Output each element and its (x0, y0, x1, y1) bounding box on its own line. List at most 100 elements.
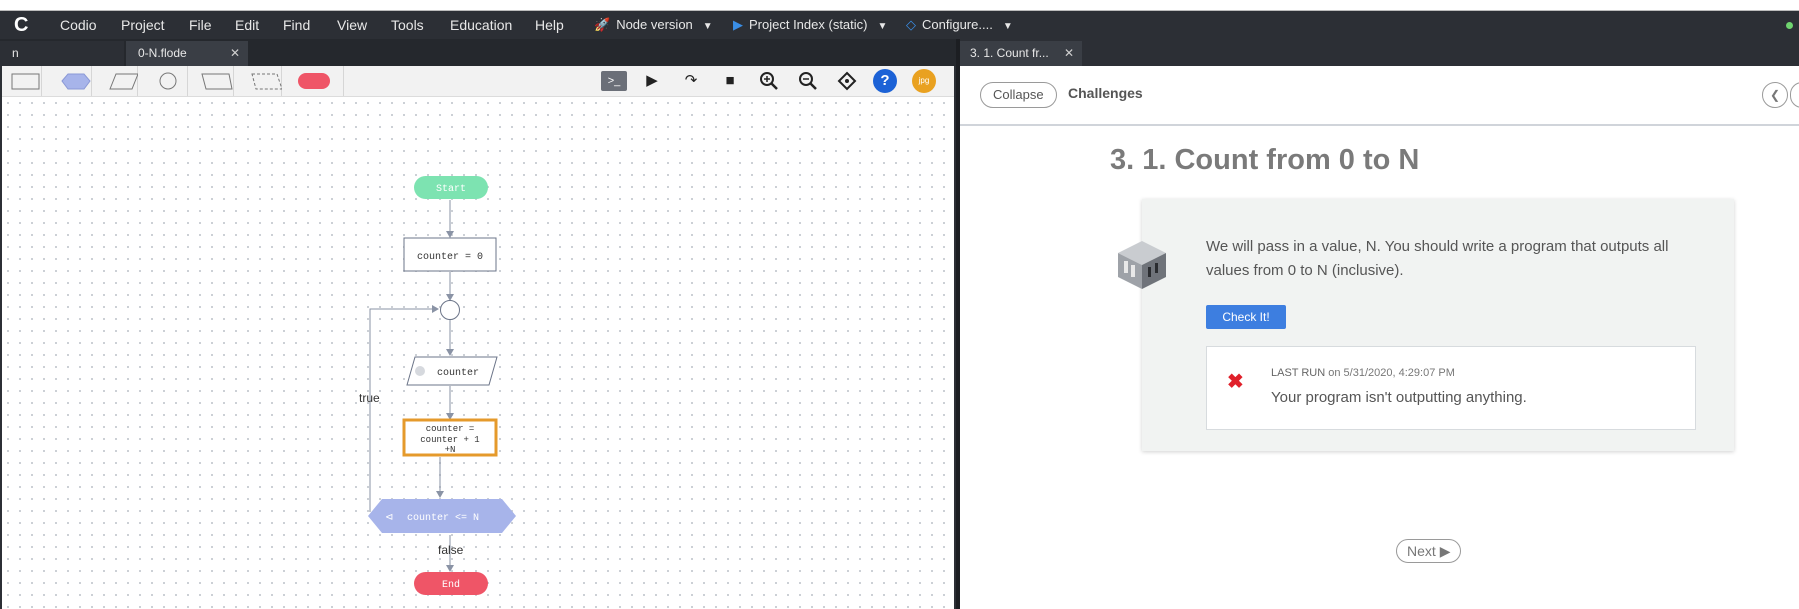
flowchart-diagram: Start counter = 0 counter counter = coun… (359, 176, 516, 595)
menu-view[interactable]: View (337, 11, 367, 39)
zoom-in-button[interactable] (757, 69, 781, 93)
menu-project[interactable]: Project (121, 11, 165, 39)
editor-tab-bar: n 0-N.flode ✕ (0, 39, 958, 66)
window-top-strip (0, 0, 1799, 11)
guide-pane: 3. 1. Count fr... ✕ Collapse Challenges … (960, 39, 1799, 609)
result-message: Your program isn't outputting anything. (1271, 389, 1527, 406)
hexagon-icon (61, 73, 91, 90)
circle-shape-button[interactable] (148, 66, 188, 96)
zoom-in-icon (760, 72, 778, 90)
center-view-button[interactable] (835, 69, 859, 93)
process-node-selected[interactable]: counter = counter + 1 +N (402, 418, 498, 457)
help-icon: ? (880, 72, 890, 89)
rounded-terminal-icon (298, 73, 330, 89)
next-label: Next (1407, 543, 1436, 559)
menu-edit[interactable]: Edit (235, 11, 259, 39)
tab-0-n-flode[interactable]: 0-N.flode ✕ (126, 41, 248, 66)
menu-help[interactable]: Help (535, 11, 564, 39)
stop-button[interactable]: ■ (718, 69, 742, 93)
last-run-line: LAST RUN on 5/31/2020, 4:29:07 PM (1271, 367, 1455, 379)
tab-label: 3. 1. Count fr... (970, 46, 1049, 60)
stop-icon: ■ (725, 72, 735, 89)
decision-label: counter <= N (407, 513, 479, 524)
trapezoid-icon (201, 73, 233, 90)
guide-header: Collapse Challenges ❮ (960, 66, 1799, 126)
last-run-result: ✖ LAST RUN on 5/31/2020, 4:29:07 PM Your… (1206, 346, 1696, 430)
page-title: 3. 1. Count from 0 to N (1110, 144, 1420, 176)
process-label-line-3: +N (445, 445, 456, 455)
help-button[interactable]: ? (873, 69, 897, 93)
init-node[interactable]: counter = 0 (403, 237, 497, 272)
editor-pane: n 0-N.flode ✕ >_ ▶ ↷ ■ ? jpg Start count… (0, 39, 958, 609)
chevron-left-icon: ❮ (1769, 88, 1781, 102)
end-node[interactable]: End (414, 572, 488, 595)
tab-n[interactable]: n (0, 41, 124, 66)
diamond-icon: ◇ (906, 17, 916, 32)
circle-icon (159, 72, 177, 90)
node-version-label: Node version (616, 17, 693, 32)
trapezoid-shape-button[interactable] (194, 66, 234, 96)
step-button[interactable]: ↷ (679, 69, 703, 93)
connection-status-icon (1786, 22, 1793, 29)
image-icon: jpg (918, 76, 930, 85)
menu-tools[interactable]: Tools (391, 11, 424, 39)
challenge-card: We will pass in a value, N. You should w… (1118, 199, 1734, 451)
previous-page-button[interactable]: ❮ (1762, 82, 1788, 108)
zoom-out-button[interactable] (796, 69, 820, 93)
configure-menu[interactable]: ◇ Configure.... ▼ (906, 11, 1013, 39)
rectangle-icon (11, 73, 40, 90)
init-label: counter = 0 (417, 252, 483, 263)
flowchart-canvas[interactable]: Start counter = 0 counter counter = coun… (2, 97, 954, 609)
run-button[interactable]: ▶ (640, 69, 664, 93)
fail-icon: ✖ (1227, 371, 1244, 393)
parallelogram-shape-button[interactable] (98, 66, 139, 96)
false-branch-label: false (438, 543, 464, 557)
process-label-line-1: counter = (426, 424, 475, 434)
step-forward-icon: ↷ (684, 72, 698, 89)
tab-label: 0-N.flode (138, 46, 187, 60)
play-icon: ▶ (646, 72, 658, 89)
process-label-line-2: counter + 1 (420, 435, 479, 445)
monitor-icon (415, 366, 425, 376)
true-branch-label: true (359, 391, 380, 405)
export-image-button[interactable]: jpg (912, 69, 936, 93)
end-label: End (442, 579, 460, 591)
next-button[interactable]: Next ▶ (1396, 539, 1462, 563)
start-node[interactable]: Start (414, 176, 488, 199)
codio-logo-icon[interactable]: C (14, 14, 36, 36)
collapse-button[interactable]: Collapse (980, 82, 1057, 108)
menu-education[interactable]: Education (450, 11, 512, 39)
node-version-menu[interactable]: 🚀 Node version ▼ (594, 11, 713, 39)
menu-codio[interactable]: Codio (60, 11, 97, 39)
loop-join-node[interactable] (440, 300, 460, 320)
dashed-shape-icon (251, 73, 283, 90)
terminal-shape-button[interactable] (292, 66, 344, 96)
decision-node[interactable]: ⊲ counter <= N (368, 499, 516, 533)
dashed-shape-button[interactable] (242, 66, 283, 96)
project-index-label: Project Index (static) (749, 17, 868, 32)
tab-guide-challenge[interactable]: 3. 1. Count fr... ✕ (960, 41, 1082, 66)
zoom-out-icon (799, 72, 817, 90)
hexagon-shape-button[interactable] (52, 66, 92, 96)
dropdown-caret-icon: ▼ (877, 21, 888, 32)
close-icon[interactable]: ✕ (230, 41, 240, 66)
dropdown-caret-icon: ▼ (1002, 21, 1013, 32)
output-label: counter (437, 368, 479, 379)
close-icon[interactable]: ✕ (1064, 41, 1074, 66)
menu-find[interactable]: Find (283, 11, 310, 39)
check-it-button[interactable]: Check It! (1206, 305, 1286, 329)
configure-label: Configure.... (922, 17, 993, 32)
rectangle-shape-button[interactable] (2, 66, 42, 96)
flowchart-toolbar: >_ ▶ ↷ ■ ? jpg (2, 66, 954, 97)
project-index-menu[interactable]: ▶ Project Index (static) ▼ (733, 11, 887, 39)
terminal-button[interactable]: >_ (601, 71, 627, 91)
next-page-button-partial[interactable] (1790, 82, 1799, 108)
menu-bar: C Codio Project File Edit Find View Tool… (0, 11, 1799, 39)
menu-file[interactable]: File (189, 11, 212, 39)
play-icon: ▶ (733, 17, 743, 32)
loop-arrow-icon: ⊲ (385, 512, 393, 523)
output-node[interactable]: counter (406, 356, 498, 386)
tab-label: n (12, 46, 19, 60)
next-arrow-icon: ▶ (1439, 543, 1451, 559)
dropdown-caret-icon: ▼ (702, 21, 713, 32)
